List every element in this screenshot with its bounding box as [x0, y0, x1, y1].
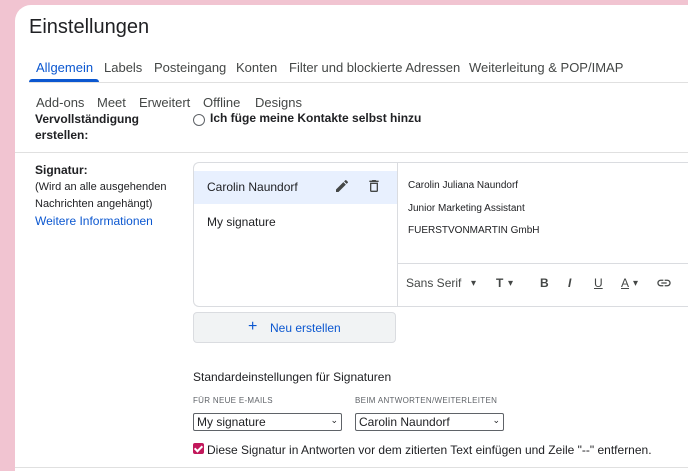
color-chevron-icon[interactable]: ▾	[633, 278, 638, 289]
size-chevron-icon[interactable]: ▾	[508, 278, 513, 289]
tab-labels[interactable]: Labels	[104, 60, 142, 75]
editor-line-2: Junior Marketing Assistant	[408, 203, 525, 214]
page-title: Einstellungen	[29, 16, 150, 38]
signature-item-carolin[interactable]: Carolin Naundorf	[194, 171, 397, 204]
tabs-row: Allgemein Labels Posteingang Konten Filt…	[15, 49, 688, 85]
chevron-down-icon: ⌄	[330, 415, 338, 425]
tab-designs[interactable]: Designs	[255, 95, 302, 110]
section-divider	[15, 152, 688, 153]
insert-before-quote-checkbox[interactable]	[193, 443, 204, 454]
font-chevron-icon[interactable]: ▾	[471, 278, 476, 289]
tab-meet[interactable]: Meet	[97, 95, 126, 110]
new-signature-label: Neu erstellen	[270, 321, 341, 335]
reply-signature-value: Carolin Naundorf	[359, 415, 450, 429]
settings-panel: Einstellungen Allgemein Labels Posteinga…	[15, 5, 688, 471]
new-mail-label: FÜR NEUE E-MAILS	[193, 396, 273, 405]
delete-icon[interactable]	[366, 178, 386, 198]
signature-item-label: Carolin Naundorf	[207, 180, 298, 194]
signature-item-my[interactable]: My signature	[194, 206, 397, 239]
signature-label: Signatur:	[35, 163, 88, 177]
underline-icon[interactable]: U	[594, 276, 603, 290]
signature-item-label: My signature	[207, 215, 276, 229]
font-select[interactable]: Sans Serif	[406, 276, 461, 290]
chevron-down-icon: ⌄	[492, 415, 500, 425]
autocomplete-radio-label: Ich füge meine Kontakte selbst hinzu	[210, 111, 422, 125]
editor-line-1: Carolin Juliana Naundorf	[408, 180, 519, 191]
editor-toolbar: Sans Serif ▾ T ▾ B I U A ▾	[398, 263, 688, 307]
signature-hint-2: Nachrichten angehängt)	[35, 198, 153, 210]
signature-defaults-heading: Standardeinstellungen für Signaturen	[193, 370, 392, 384]
edit-icon[interactable]	[334, 178, 354, 198]
signature-box: Carolin Naundorf My signature Carolin Ju…	[193, 162, 688, 307]
tab-weiterleitung[interactable]: Weiterleitung & POP/IMAP	[469, 60, 623, 75]
italic-icon[interactable]: I	[568, 276, 571, 290]
bold-icon[interactable]: B	[540, 276, 549, 290]
autocomplete-label-1: Vervollständigung	[35, 112, 140, 126]
tab-erweitert[interactable]: Erweitert	[139, 95, 190, 110]
reply-signature-select[interactable]: Carolin Naundorf ⌄	[355, 413, 504, 431]
tab-posteingang[interactable]: Posteingang	[154, 60, 226, 75]
text-size-icon[interactable]: T	[496, 276, 503, 290]
new-signature-button[interactable]: + Neu erstellen	[193, 312, 396, 343]
editor-line-3: FUERSTVONMARTIN GmbH	[408, 225, 540, 236]
tab-offline[interactable]: Offline	[203, 95, 240, 110]
reply-label: BEIM ANTWORTEN/WEITERLEITEN	[355, 396, 498, 405]
tab-filter[interactable]: Filter und blockierte Adressen	[289, 60, 460, 75]
plus-icon: +	[248, 318, 258, 335]
tabs-divider	[29, 82, 688, 83]
bottom-divider	[15, 467, 688, 468]
text-color-icon[interactable]: A	[621, 276, 629, 290]
autocomplete-radio[interactable]	[193, 114, 205, 126]
tab-konten[interactable]: Konten	[236, 60, 277, 75]
signature-hint-1: (Wird an alle ausgehenden	[35, 181, 167, 193]
more-info-link[interactable]: Weitere Informationen	[35, 213, 153, 230]
tab-addons[interactable]: Add-ons	[36, 95, 84, 110]
new-mail-signature-select[interactable]: My signature ⌄	[193, 413, 342, 431]
insert-before-quote-label: Diese Signatur in Antworten vor dem ziti…	[207, 443, 652, 457]
autocomplete-label-2: erstellen:	[35, 128, 89, 142]
signature-editor[interactable]: Carolin Juliana Naundorf Junior Marketin…	[398, 163, 688, 306]
signature-list: Carolin Naundorf My signature	[194, 163, 398, 306]
new-mail-signature-value: My signature	[197, 415, 266, 429]
link-icon[interactable]	[656, 275, 672, 294]
tab-allgemein[interactable]: Allgemein	[36, 60, 93, 75]
